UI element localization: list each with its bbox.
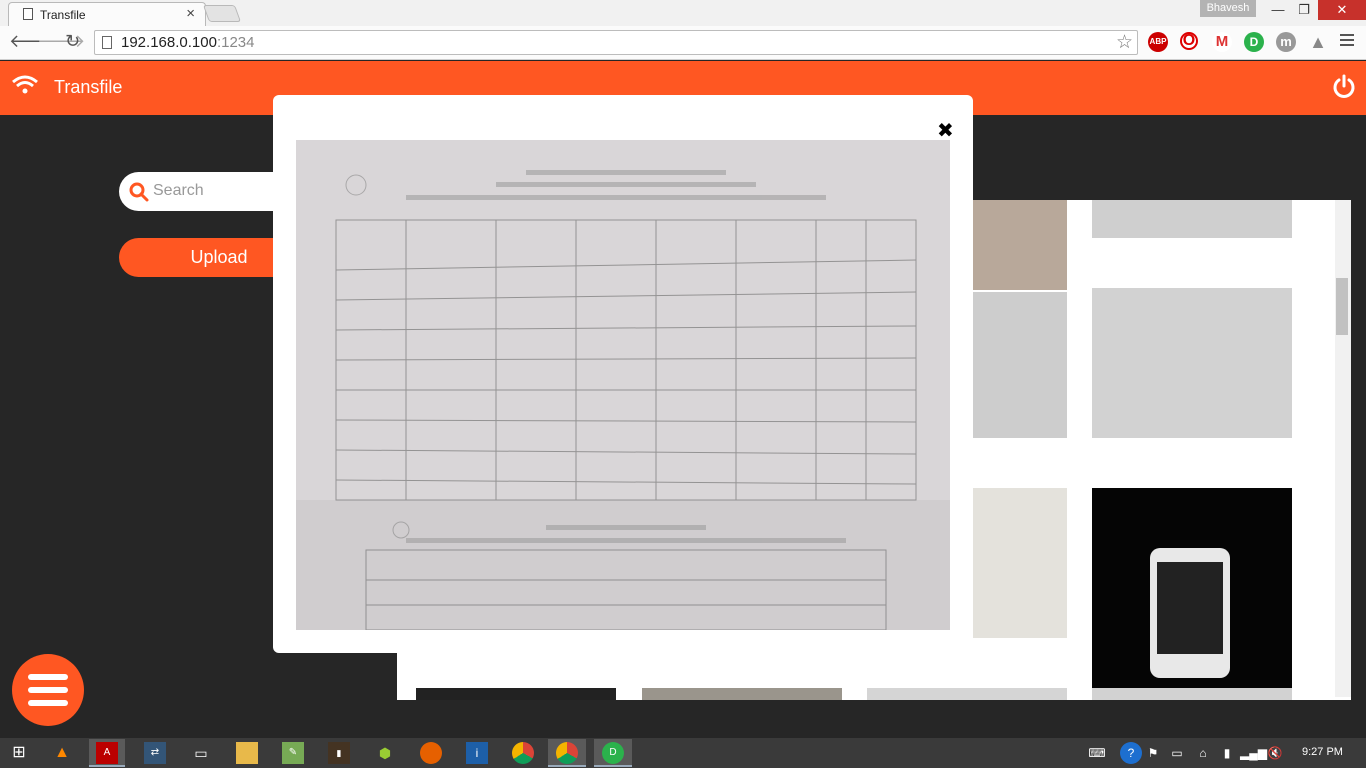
address-bar[interactable]: 192.168.0.100:1234 ☆ bbox=[94, 30, 1138, 55]
display-icon[interactable]: ▭ bbox=[1166, 742, 1188, 764]
bookmark-star-icon[interactable]: ☆ bbox=[1116, 31, 1133, 54]
opera-extension-icon[interactable]: O bbox=[1180, 32, 1198, 50]
computer-icon[interactable]: ▭ bbox=[190, 742, 212, 764]
gallery-thumbnail[interactable] bbox=[1092, 288, 1292, 438]
wifi-icon bbox=[12, 75, 38, 94]
tab-title: Transfile bbox=[40, 8, 86, 22]
preview-image bbox=[296, 140, 950, 630]
close-window-icon[interactable]: ✕ bbox=[1318, 0, 1366, 20]
app-title: Transfile bbox=[54, 77, 123, 97]
gallery-thumbnail[interactable] bbox=[642, 688, 842, 700]
tab-close-icon[interactable]: × bbox=[186, 5, 195, 22]
gallery-thumbnail[interactable] bbox=[867, 688, 1067, 700]
chrome-icon[interactable] bbox=[556, 742, 578, 764]
usb-icon[interactable]: ⌂ bbox=[1192, 742, 1214, 764]
gallery-thumbnail[interactable] bbox=[1092, 488, 1292, 688]
phone-photo bbox=[1150, 548, 1230, 678]
power-icon[interactable] bbox=[1331, 74, 1357, 100]
gallery-scrollbar[interactable] bbox=[1335, 200, 1351, 697]
new-tab-button[interactable] bbox=[202, 5, 242, 22]
menu-fab-button[interactable] bbox=[12, 654, 84, 726]
browser-toolbar: 🡐 🡒 ↻ 192.168.0.100:1234 ☆ ABP O M D m ▲ bbox=[0, 26, 1366, 60]
chrome-icon[interactable] bbox=[512, 742, 534, 764]
windows-taskbar: ⊞ ▲ A ⇄ ▭ ✎ ▮ ⬢ i D ⌨ ? ⚑ ▭ ⌂ ▮ ▂▄▆ 🔇 9:… bbox=[0, 738, 1366, 768]
gmail-extension-icon[interactable]: M bbox=[1212, 32, 1232, 52]
file-explorer-icon[interactable] bbox=[236, 742, 258, 764]
gallery-thumbnail[interactable] bbox=[967, 292, 1067, 438]
clock[interactable]: 9:27 PM bbox=[1302, 746, 1343, 758]
gallery-thumbnail[interactable] bbox=[1092, 200, 1292, 238]
gallery-thumbnail[interactable] bbox=[967, 200, 1067, 290]
network-app-icon[interactable]: ⇄ bbox=[144, 742, 166, 764]
page-icon bbox=[23, 8, 33, 20]
terminal-icon[interactable]: ▮ bbox=[328, 742, 350, 764]
adblock-extension-icon[interactable]: ABP bbox=[1148, 32, 1168, 52]
drive-extension-icon[interactable]: ▲ bbox=[1308, 32, 1328, 52]
gallery-thumbnail[interactable] bbox=[416, 688, 616, 700]
flag-icon[interactable]: ⚑ bbox=[1142, 742, 1164, 764]
battery-icon[interactable]: ▮ bbox=[1216, 742, 1238, 764]
tab-strip: Transfile × Bhavesh — ❐ ✕ bbox=[0, 0, 1366, 26]
windows-start-icon[interactable]: ⊞ bbox=[8, 742, 30, 764]
minimize-icon[interactable]: — bbox=[1265, 0, 1291, 20]
restore-icon[interactable]: ❐ bbox=[1291, 0, 1317, 20]
reload-icon[interactable]: ↻ bbox=[65, 31, 80, 52]
acrobat-icon[interactable]: A bbox=[96, 742, 118, 764]
keyboard-icon[interactable]: ⌨ bbox=[1086, 742, 1108, 764]
notepad-icon[interactable]: ✎ bbox=[282, 742, 304, 764]
browser-tab[interactable]: Transfile × bbox=[8, 2, 206, 26]
gallery-thumbnail[interactable] bbox=[967, 488, 1067, 638]
chrome-menu-icon[interactable] bbox=[1340, 34, 1354, 49]
vlc-icon[interactable]: ▲ bbox=[51, 742, 73, 764]
page-icon bbox=[102, 36, 112, 49]
signal-icon[interactable]: ▂▄▆ bbox=[1240, 742, 1267, 764]
pushbullet-extension-icon[interactable]: D bbox=[1244, 32, 1264, 52]
android-icon[interactable]: ⬢ bbox=[374, 742, 396, 764]
firefox-icon[interactable] bbox=[420, 742, 442, 764]
pushbullet-icon[interactable]: D bbox=[602, 742, 624, 764]
image-preview-modal: ✖ bbox=[273, 95, 973, 653]
volume-icon[interactable]: 🔇 bbox=[1264, 742, 1286, 764]
profile-button[interactable]: Bhavesh bbox=[1200, 0, 1256, 17]
m-extension-icon[interactable]: m bbox=[1276, 32, 1296, 52]
search-icon bbox=[129, 182, 149, 202]
url-text[interactable]: 192.168.0.100:1234 bbox=[121, 34, 254, 51]
gallery-thumbnail[interactable] bbox=[1092, 688, 1292, 700]
scrollbar-thumb[interactable] bbox=[1336, 278, 1348, 335]
app-icon[interactable]: i bbox=[466, 742, 488, 764]
help-icon[interactable]: ? bbox=[1120, 742, 1142, 764]
